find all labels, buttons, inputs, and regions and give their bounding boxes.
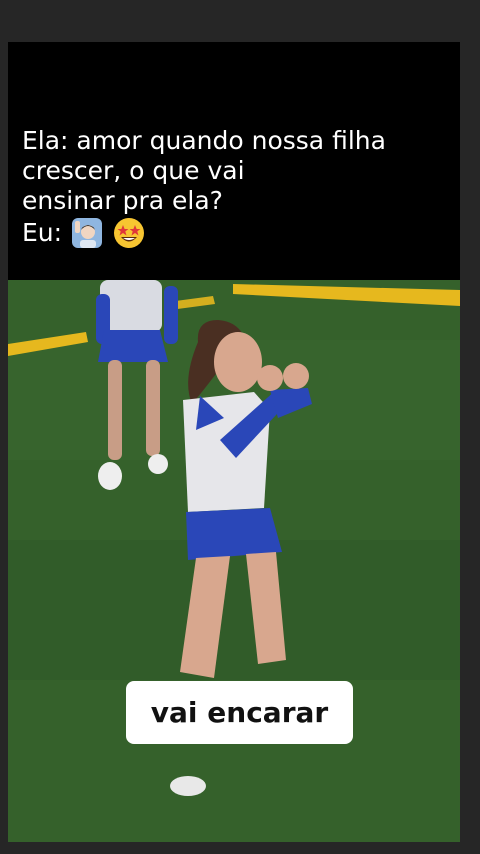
subtitle-box: vai encarar bbox=[126, 681, 353, 744]
caption-line-4: Eu: bbox=[22, 216, 452, 250]
right-margin bbox=[460, 42, 480, 842]
caption-panel: Ela: amor quando nossa filha crescer, o … bbox=[8, 42, 460, 280]
video-scene bbox=[8, 280, 460, 842]
man-raising-hand-icon bbox=[70, 216, 104, 250]
star-struck-face-icon bbox=[112, 216, 146, 250]
caption-line-2: crescer, o que vai bbox=[22, 156, 245, 185]
caption-line-1: Ela: amor quando nossa filha bbox=[22, 126, 386, 155]
story-top-bar bbox=[0, 0, 480, 42]
caption-text: Ela: amor quando nossa filha crescer, o … bbox=[22, 126, 452, 250]
field-illustration bbox=[8, 280, 460, 842]
caption-line-3: ensinar pra ela? bbox=[22, 186, 223, 215]
video-frame[interactable]: Ela: amor quando nossa filha crescer, o … bbox=[8, 42, 460, 842]
subtitle-text: vai encarar bbox=[150, 696, 329, 729]
caption-line-4-label: Eu: bbox=[22, 218, 63, 247]
